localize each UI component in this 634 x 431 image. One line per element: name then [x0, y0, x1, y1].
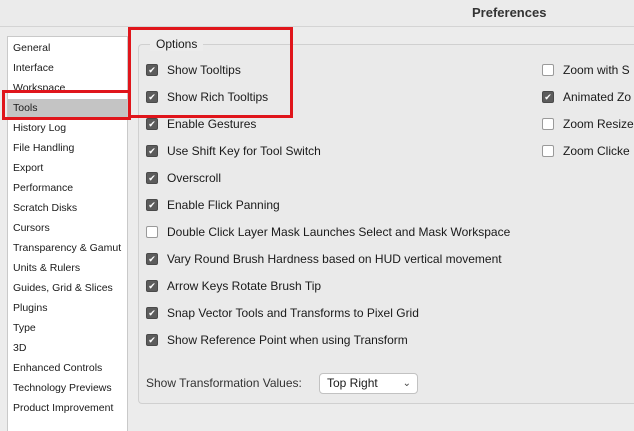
checkmark-icon[interactable]: ✔	[146, 91, 158, 103]
checkmark-icon[interactable]: ✔	[146, 199, 158, 211]
sidebar-item-cursors[interactable]: Cursors	[8, 219, 127, 237]
sidebar-item-technology-previews[interactable]: Technology Previews	[8, 379, 127, 397]
checkmark-icon[interactable]: ✔	[146, 64, 158, 76]
option-label: Zoom Clicke	[563, 144, 630, 158]
option-label: Zoom Resize	[563, 117, 634, 131]
option-double-click-layer-mask[interactable]: ✔ Double Click Layer Mask Launches Selec…	[146, 223, 510, 241]
option-label: Show Rich Tooltips	[167, 90, 269, 104]
option-arrow-keys-rotate[interactable]: ✔ Arrow Keys Rotate Brush Tip	[146, 277, 321, 295]
option-snap-vector-tools[interactable]: ✔ Snap Vector Tools and Transforms to Pi…	[146, 304, 419, 322]
preferences-sidebar: General Interface Workspace Tools Histor…	[7, 36, 128, 431]
transformation-values-label: Show Transformation Values:	[146, 376, 302, 390]
sidebar-item-general[interactable]: General	[8, 39, 127, 57]
sidebar-item-tools[interactable]: Tools	[8, 99, 127, 117]
sidebar-item-performance[interactable]: Performance	[8, 179, 127, 197]
sidebar-item-workspace[interactable]: Workspace	[8, 79, 127, 97]
option-zoom-with-scroll[interactable]: ✔ Zoom with S	[542, 61, 634, 79]
chevron-down-icon: ⌄	[402, 378, 411, 389]
option-label: Show Reference Point when using Transfor…	[167, 333, 408, 347]
checkmark-icon[interactable]: ✔	[146, 334, 158, 346]
sidebar-item-enhanced-controls[interactable]: Enhanced Controls	[8, 359, 127, 377]
option-zoom-resize[interactable]: ✔ Zoom Resize	[542, 115, 634, 133]
option-label: Use Shift Key for Tool Switch	[167, 144, 321, 158]
option-show-tooltips[interactable]: ✔ Show Tooltips	[146, 61, 241, 79]
sidebar-item-type[interactable]: Type	[8, 319, 127, 337]
checkmark-icon[interactable]: ✔	[146, 280, 158, 292]
option-label: Enable Gestures	[167, 117, 257, 131]
window-title: Preferences	[472, 5, 547, 20]
checkmark-icon[interactable]: ✔	[146, 145, 158, 157]
option-show-reference-point[interactable]: ✔ Show Reference Point when using Transf…	[146, 331, 408, 349]
sidebar-item-interface[interactable]: Interface	[8, 59, 127, 77]
option-label: Arrow Keys Rotate Brush Tip	[167, 279, 322, 293]
sidebar-item-units-rulers[interactable]: Units & Rulers	[8, 259, 127, 277]
options-legend: Options	[150, 37, 204, 51]
option-shift-key-tool-switch[interactable]: ✔ Use Shift Key for Tool Switch	[146, 142, 321, 160]
option-vary-brush-hardness[interactable]: ✔ Vary Round Brush Hardness based on HUD…	[146, 250, 502, 268]
checkmark-icon[interactable]: ✔	[146, 118, 158, 130]
checkmark-icon[interactable]: ✔	[146, 253, 158, 265]
option-overscroll[interactable]: ✔ Overscroll	[146, 169, 221, 187]
window-titlebar: Preferences	[0, 0, 634, 27]
sidebar-item-3d[interactable]: 3D	[8, 339, 127, 357]
sidebar-item-product-improvement[interactable]: Product Improvement	[8, 399, 127, 417]
option-enable-gestures[interactable]: ✔ Enable Gestures	[146, 115, 256, 133]
checkmark-icon[interactable]: ✔	[542, 91, 554, 103]
option-label: Double Click Layer Mask Launches Select …	[167, 225, 511, 239]
option-label: Show Tooltips	[167, 63, 241, 77]
sidebar-item-guides-grid-slices[interactable]: Guides, Grid & Slices	[8, 279, 127, 297]
sidebar-item-plugins[interactable]: Plugins	[8, 299, 127, 317]
option-animated-zoom[interactable]: ✔ Animated Zo	[542, 88, 634, 106]
option-label: Vary Round Brush Hardness based on HUD v…	[167, 252, 502, 266]
transformation-values-select[interactable]: Top Right ⌄	[319, 373, 418, 394]
sidebar-item-scratch-disks[interactable]: Scratch Disks	[8, 199, 127, 217]
sidebar-item-file-handling[interactable]: File Handling	[8, 139, 127, 157]
sidebar-item-history-log[interactable]: History Log	[8, 119, 127, 137]
sidebar-item-transparency-gamut[interactable]: Transparency & Gamut	[8, 239, 127, 257]
checkbox-empty-icon[interactable]: ✔	[542, 64, 554, 76]
checkmark-icon[interactable]: ✔	[146, 307, 158, 319]
option-label: Enable Flick Panning	[167, 198, 280, 212]
option-label: Overscroll	[167, 171, 222, 185]
option-flick-panning[interactable]: ✔ Enable Flick Panning	[146, 196, 280, 214]
transformation-values-value: Top Right	[327, 376, 378, 390]
option-label: Animated Zo	[563, 90, 632, 104]
checkbox-empty-icon[interactable]: ✔	[146, 226, 158, 238]
checkbox-empty-icon[interactable]: ✔	[542, 145, 554, 157]
checkbox-empty-icon[interactable]: ✔	[542, 118, 554, 130]
option-label: Snap Vector Tools and Transforms to Pixe…	[167, 306, 419, 320]
sidebar-item-export[interactable]: Export	[8, 159, 127, 177]
option-show-rich-tooltips[interactable]: ✔ Show Rich Tooltips	[146, 88, 268, 106]
option-zoom-clicked[interactable]: ✔ Zoom Clicke	[542, 142, 634, 160]
checkmark-icon[interactable]: ✔	[146, 172, 158, 184]
option-label: Zoom with S	[563, 63, 630, 77]
